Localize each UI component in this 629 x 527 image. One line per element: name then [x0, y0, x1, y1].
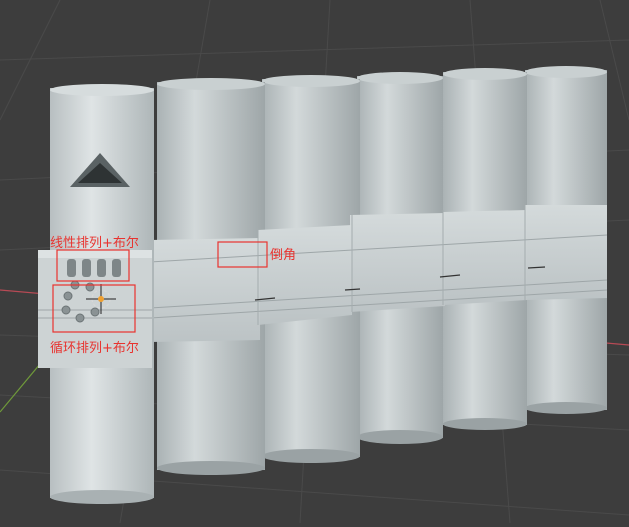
svg-text:倒角: 倒角	[270, 248, 296, 263]
object-origin	[98, 296, 104, 302]
svg-text:循环排列+布尔: 循环排列+布尔	[50, 341, 139, 356]
3d-viewport[interactable]: 线性排列+布尔 倒角 循环排列+布尔	[0, 0, 629, 524]
svg-text:线性排列+布尔: 线性排列+布尔	[50, 236, 139, 251]
viewport-canvas[interactable]: 线性排列+布尔 倒角 循环排列+布尔	[0, 0, 629, 524]
